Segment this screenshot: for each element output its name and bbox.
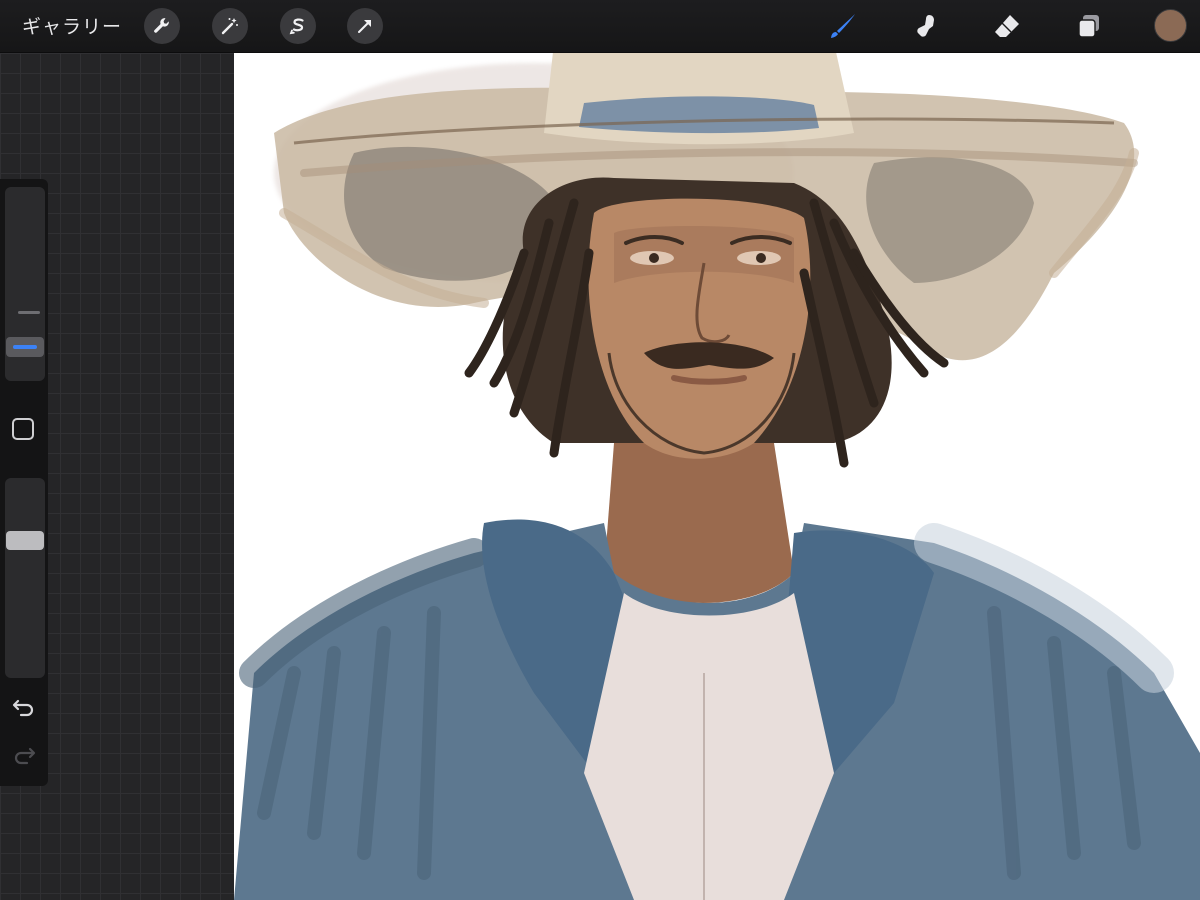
brush-size-thumb[interactable] — [6, 337, 44, 357]
magic-wand-icon — [221, 18, 238, 35]
top-toolbar: ギャラリー — [0, 0, 1200, 53]
transform-button[interactable] — [347, 8, 383, 44]
redo-icon[interactable] — [12, 745, 36, 765]
undo-icon[interactable] — [12, 697, 36, 717]
wrench-icon — [154, 18, 169, 33]
layers-icon — [1078, 15, 1099, 38]
cowboy-portrait-artwork — [234, 53, 1200, 900]
brush-opacity-slider[interactable] — [5, 478, 45, 678]
smudge-icon — [917, 15, 934, 37]
drawing-canvas[interactable] — [234, 53, 1200, 900]
shirt — [584, 593, 834, 900]
eraser-button[interactable] — [989, 8, 1025, 44]
size-indicator-line — [13, 345, 37, 349]
actions-button[interactable] — [144, 8, 180, 44]
modify-button[interactable] — [12, 418, 34, 440]
color-picker-button[interactable] — [1154, 9, 1187, 42]
transform-arrow-icon — [358, 20, 371, 33]
smudge-button[interactable] — [908, 8, 944, 44]
selection-icon — [289, 18, 304, 35]
size-tick-mark — [18, 311, 40, 314]
adjustments-button[interactable] — [212, 8, 248, 44]
selection-button[interactable] — [280, 8, 316, 44]
neck — [604, 443, 794, 603]
brush-opacity-thumb[interactable] — [6, 531, 44, 550]
hat-band — [579, 96, 819, 134]
brush-size-slider[interactable] — [5, 187, 45, 381]
eraser-icon — [995, 15, 1019, 37]
gallery-button[interactable]: ギャラリー — [22, 12, 122, 39]
left-sidebar — [0, 179, 48, 786]
brush-icon — [831, 14, 855, 38]
layers-button[interactable] — [1071, 8, 1107, 44]
brush-button[interactable] — [825, 8, 861, 44]
